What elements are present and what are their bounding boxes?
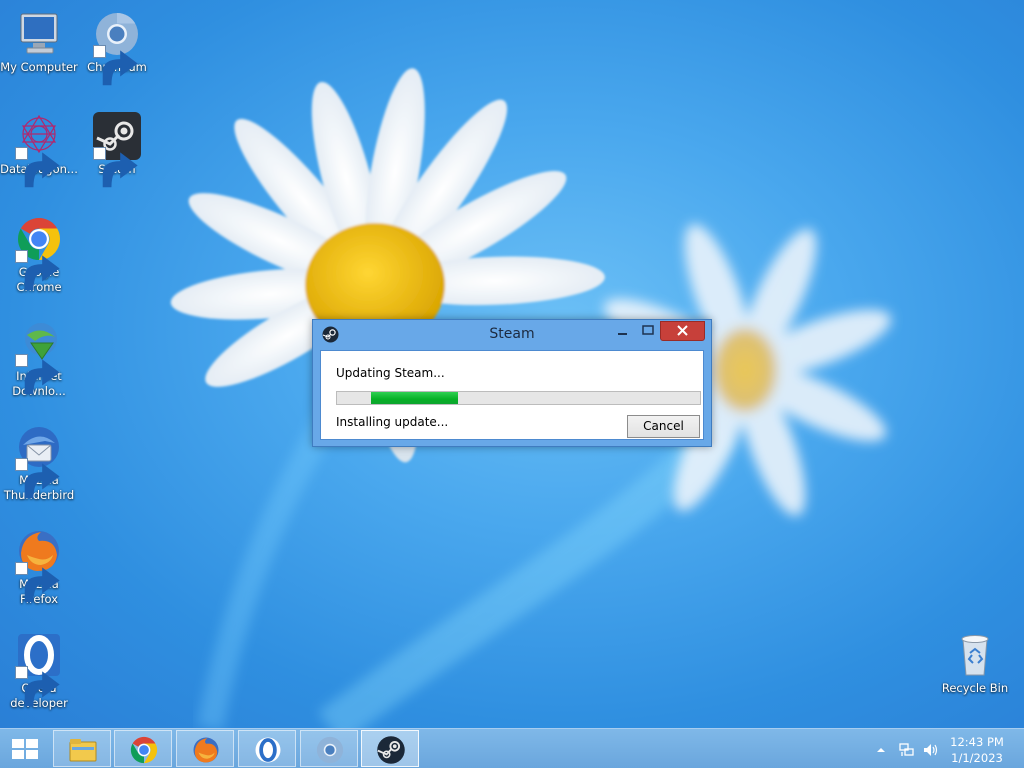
windows-logo-icon — [12, 739, 38, 759]
shortcut-arrow-icon — [15, 562, 60, 603]
volume-tray-button[interactable] — [922, 742, 940, 762]
chevron-up-icon — [877, 748, 885, 752]
opera-icon — [255, 737, 281, 763]
clock-date: 1/1/2023 — [951, 751, 1003, 765]
shortcut-arrow-icon — [15, 354, 60, 395]
shortcut-arrow-icon — [15, 458, 60, 499]
desktop-icon-recycle-bin[interactable]: Recycle Bin — [936, 631, 1014, 696]
taskbar-chromium[interactable] — [300, 730, 358, 767]
desktop-icon-steam[interactable]: Steam — [78, 112, 156, 188]
status-text: Updating Steam... — [336, 366, 445, 380]
file-explorer-icon — [69, 739, 97, 762]
close-button[interactable] — [660, 321, 705, 341]
speaker-icon — [924, 744, 938, 756]
close-icon — [677, 325, 688, 336]
substatus-text: Installing update... — [336, 415, 449, 429]
progress-bar-fill — [371, 392, 459, 404]
taskbar-opera[interactable] — [238, 730, 296, 767]
shortcut-arrow-icon — [93, 147, 138, 188]
desktop-icon-my-computer[interactable]: My Computer — [0, 10, 78, 75]
desktop-icon-opera-developer[interactable]: Opera developer — [0, 631, 78, 711]
steam-icon — [377, 736, 405, 764]
shortcut-arrow-icon — [93, 45, 138, 86]
dialog-body: Updating Steam... Installing update... C… — [320, 350, 704, 440]
clock-time: 12:43 PM — [950, 735, 1004, 749]
cancel-button[interactable]: Cancel — [627, 415, 700, 438]
chromium-icon — [316, 736, 344, 764]
desktop-icon-mozilla-thunderbird[interactable]: Mozilla Thunderbird — [0, 423, 78, 503]
taskbar-firefox[interactable] — [176, 730, 234, 767]
maximize-icon — [642, 325, 654, 335]
maximize-button[interactable] — [636, 321, 660, 341]
desktop-icon-google-chrome[interactable]: Google Chrome — [0, 215, 78, 295]
desktop-icon-label: My Computer — [0, 60, 78, 74]
desktop-icon-mozilla-firefox[interactable]: Mozilla Firefox — [0, 527, 78, 607]
firefox-icon — [193, 737, 219, 763]
taskbar-file-explorer[interactable] — [53, 730, 111, 767]
chrome-icon — [130, 736, 158, 764]
shortcut-arrow-icon — [15, 666, 60, 707]
shortcut-arrow-icon — [15, 250, 60, 291]
minimize-icon — [618, 333, 627, 335]
steam-update-dialog: Steam Updating Steam... Installing updat… — [312, 319, 712, 447]
computer-icon — [20, 13, 58, 54]
progress-bar — [336, 391, 701, 405]
taskbar-chrome[interactable] — [114, 730, 172, 767]
desktop: My Computer Chromium — [0, 0, 1024, 728]
network-tray-button[interactable] — [898, 742, 914, 762]
shortcut-arrow-icon — [15, 147, 60, 188]
taskbar-steam[interactable] — [361, 730, 419, 767]
show-hidden-icons-button[interactable] — [876, 742, 886, 761]
minimize-button[interactable] — [610, 321, 636, 341]
dialog-titlebar[interactable]: Steam — [313, 320, 711, 350]
network-icon — [899, 743, 914, 756]
desktop-icon-label: Recycle Bin — [941, 681, 1009, 695]
clock[interactable]: 12:43 PM 1/1/2023 — [942, 734, 1012, 766]
desktop-icon-datawagon[interactable]: DataWagon... — [0, 112, 78, 188]
desktop-icon-internet-download-manager[interactable]: Internet Downlo... — [0, 319, 78, 399]
start-button[interactable] — [10, 738, 40, 760]
recycle-bin-icon — [961, 635, 989, 676]
desktop-icon-chromium[interactable]: Chromium — [78, 10, 156, 86]
taskbar: 12:43 PM 1/1/2023 — [0, 728, 1024, 768]
